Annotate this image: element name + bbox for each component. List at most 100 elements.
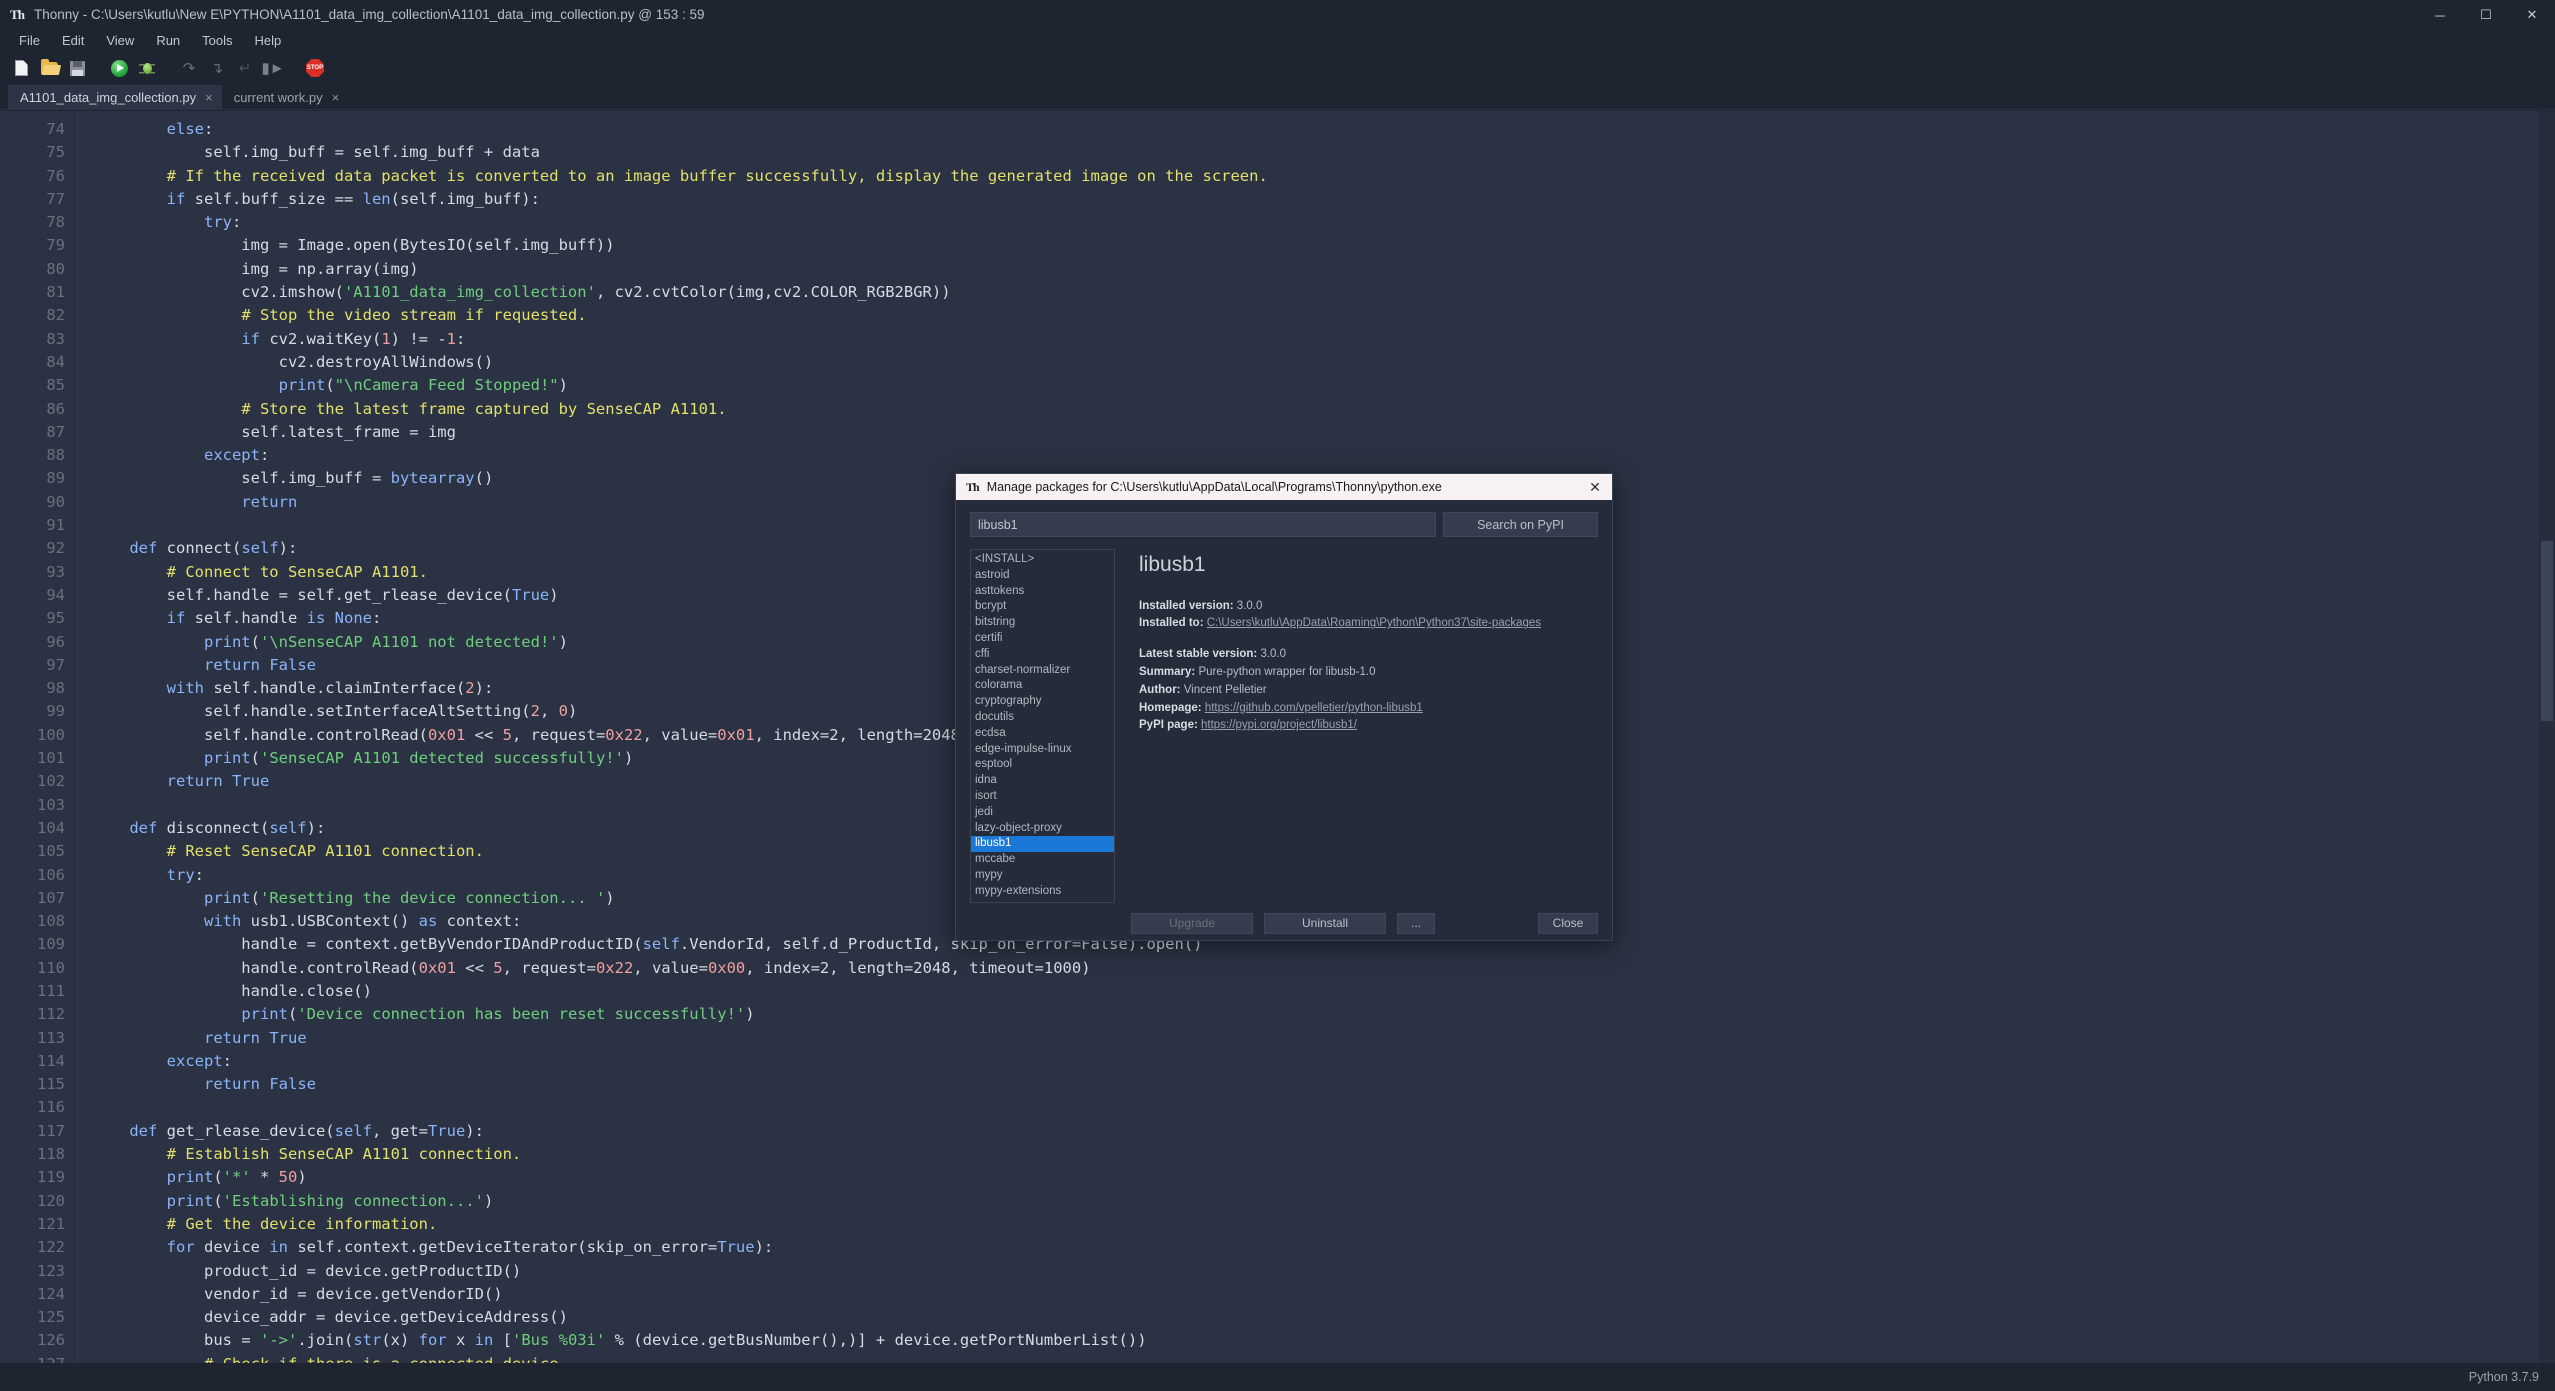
new-file-button[interactable]: [8, 55, 34, 81]
debug-icon: [139, 61, 155, 76]
code-line[interactable]: cv2.destroyAllWindows(): [78, 351, 2555, 374]
package-list-item[interactable]: jedi: [971, 805, 1114, 821]
tab-current-work[interactable]: current work.py ×: [222, 85, 348, 109]
code-line[interactable]: else:: [78, 118, 2555, 141]
code-line[interactable]: print('*' * 50): [78, 1166, 2555, 1189]
more-options-button[interactable]: ...: [1397, 913, 1435, 934]
close-window-button[interactable]: ✕: [2509, 0, 2555, 30]
code-line[interactable]: cv2.imshow('A1101_data_img_collection', …: [78, 281, 2555, 304]
code-line[interactable]: # Stop the video stream if requested.: [78, 304, 2555, 327]
code-line[interactable]: for device in self.context.getDeviceIter…: [78, 1236, 2555, 1259]
stop-button[interactable]: STOP: [302, 55, 328, 81]
menu-help[interactable]: Help: [244, 30, 293, 52]
editor-vertical-scrollbar[interactable]: [2539, 111, 2555, 1363]
package-list-item[interactable]: <INSTALL>: [971, 552, 1114, 568]
code-line[interactable]: vendor_id = device.getVendorID(): [78, 1283, 2555, 1306]
debug-button[interactable]: [134, 55, 160, 81]
package-list-item[interactable]: docutils: [971, 710, 1114, 726]
tab-close-icon[interactable]: ×: [332, 90, 340, 105]
code-line[interactable]: # Store the latest frame captured by Sen…: [78, 398, 2555, 421]
package-list-item[interactable]: bitstring: [971, 615, 1114, 631]
dialog-main: <INSTALL>astroidasttokensbcryptbitstring…: [970, 549, 1598, 903]
code-line[interactable]: handle.controlRead(0x01 << 5, request=0x…: [78, 957, 2555, 980]
code-line[interactable]: img = Image.open(BytesIO(self.img_buff)): [78, 234, 2555, 257]
code-line[interactable]: # Get the device information.: [78, 1213, 2555, 1236]
package-list-item[interactable]: bcrypt: [971, 599, 1114, 615]
package-list-item[interactable]: edge-impulse-linux: [971, 742, 1114, 758]
menu-tools[interactable]: Tools: [191, 30, 243, 52]
code-line[interactable]: print('Device connection has been reset …: [78, 1003, 2555, 1026]
package-list-item[interactable]: isort: [971, 789, 1114, 805]
search-input[interactable]: [970, 512, 1436, 537]
code-line[interactable]: # If the received data packet is convert…: [78, 165, 2555, 188]
menu-run[interactable]: Run: [145, 30, 191, 52]
package-list-item[interactable]: libusb1: [971, 836, 1114, 852]
code-line[interactable]: print("\nCamera Feed Stopped!"): [78, 374, 2555, 397]
code-line[interactable]: try:: [78, 211, 2555, 234]
dialog-close-button[interactable]: Close: [1538, 913, 1598, 934]
interpreter-label[interactable]: Python 3.7.9: [2469, 1370, 2539, 1384]
code-line[interactable]: def get_rlease_device(self, get=True):: [78, 1120, 2555, 1143]
code-line[interactable]: product_id = device.getProductID(): [78, 1260, 2555, 1283]
homepage-label: Homepage:: [1139, 702, 1202, 714]
line-number: 117: [0, 1120, 77, 1143]
pypi-link[interactable]: https://pypi.org/project/libusb1/: [1201, 719, 1357, 731]
installed-to-link[interactable]: C:\Users\kutlu\AppData\Roaming\Python\Py…: [1207, 617, 1541, 629]
code-line[interactable]: device_addr = device.getDeviceAddress(): [78, 1306, 2555, 1329]
package-list-item[interactable]: mypy: [971, 868, 1114, 884]
code-line[interactable]: return True: [78, 1027, 2555, 1050]
step-into-button[interactable]: ↴: [204, 55, 230, 81]
code-line[interactable]: img = np.array(img): [78, 258, 2555, 281]
open-file-button[interactable]: [36, 55, 62, 81]
code-line[interactable]: [78, 1096, 2555, 1119]
package-list-item[interactable]: astroid: [971, 568, 1114, 584]
code-line[interactable]: self.img_buff = self.img_buff + data: [78, 141, 2555, 164]
code-line[interactable]: # Establish SenseCAP A1101 connection.: [78, 1143, 2555, 1166]
package-list-item[interactable]: mccabe: [971, 852, 1114, 868]
upgrade-button[interactable]: Upgrade: [1131, 913, 1253, 934]
code-line[interactable]: if self.buff_size == len(self.img_buff):: [78, 188, 2555, 211]
code-line[interactable]: self.latest_frame = img: [78, 421, 2555, 444]
code-line[interactable]: if cv2.waitKey(1) != -1:: [78, 328, 2555, 351]
code-line[interactable]: handle.close(): [78, 980, 2555, 1003]
maximize-button[interactable]: ☐: [2463, 0, 2509, 30]
package-list-item[interactable]: colorama: [971, 678, 1114, 694]
search-on-pypi-button[interactable]: Search on PyPI: [1443, 512, 1598, 537]
package-list-item[interactable]: idna: [971, 773, 1114, 789]
menu-file[interactable]: File: [8, 30, 51, 52]
package-list-item[interactable]: cryptography: [971, 694, 1114, 710]
package-list-item[interactable]: cffi: [971, 647, 1114, 663]
package-list-item[interactable]: mypy-extensions: [971, 884, 1114, 900]
code-line[interactable]: return False: [78, 1073, 2555, 1096]
run-button[interactable]: [106, 55, 132, 81]
line-number: 101: [0, 747, 77, 770]
scrollbar-thumb[interactable]: [2541, 541, 2553, 721]
save-file-button[interactable]: [64, 55, 90, 81]
code-line[interactable]: except:: [78, 444, 2555, 467]
summary-value: Pure-python wrapper for libusb-1.0: [1198, 666, 1375, 678]
package-list-item[interactable]: ecdsa: [971, 726, 1114, 742]
resume-button[interactable]: ▮►: [260, 55, 286, 81]
code-line[interactable]: # Check if there is a connected device.: [78, 1353, 2555, 1363]
tab-close-icon[interactable]: ×: [205, 90, 213, 105]
minimize-button[interactable]: ─: [2417, 0, 2463, 30]
code-line[interactable]: print('Establishing connection...'): [78, 1190, 2555, 1213]
code-line[interactable]: except:: [78, 1050, 2555, 1073]
line-number: 124: [0, 1283, 77, 1306]
step-out-button[interactable]: ↵: [232, 55, 258, 81]
package-list-item[interactable]: charset-normalizer: [971, 663, 1114, 679]
uninstall-button[interactable]: Uninstall: [1264, 913, 1386, 934]
menu-edit[interactable]: Edit: [51, 30, 95, 52]
package-list-item[interactable]: lazy-object-proxy: [971, 821, 1114, 837]
tab-a1101-data-img-collection[interactable]: A1101_data_img_collection.py ×: [8, 85, 222, 109]
step-over-button[interactable]: ↷: [176, 55, 202, 81]
homepage-link[interactable]: https://github.com/vpelletier/python-lib…: [1205, 702, 1423, 714]
package-list[interactable]: <INSTALL>astroidasttokensbcryptbitstring…: [970, 549, 1115, 903]
toolbar: ↷ ↴ ↵ ▮► STOP: [0, 52, 2555, 84]
dialog-close-icon[interactable]: ✕: [1582, 474, 1608, 500]
package-list-item[interactable]: esptool: [971, 757, 1114, 773]
code-line[interactable]: bus = '->'.join(str(x) for x in ['Bus %0…: [78, 1329, 2555, 1352]
menu-view[interactable]: View: [95, 30, 145, 52]
package-list-item[interactable]: certifi: [971, 631, 1114, 647]
package-list-item[interactable]: asttokens: [971, 584, 1114, 600]
